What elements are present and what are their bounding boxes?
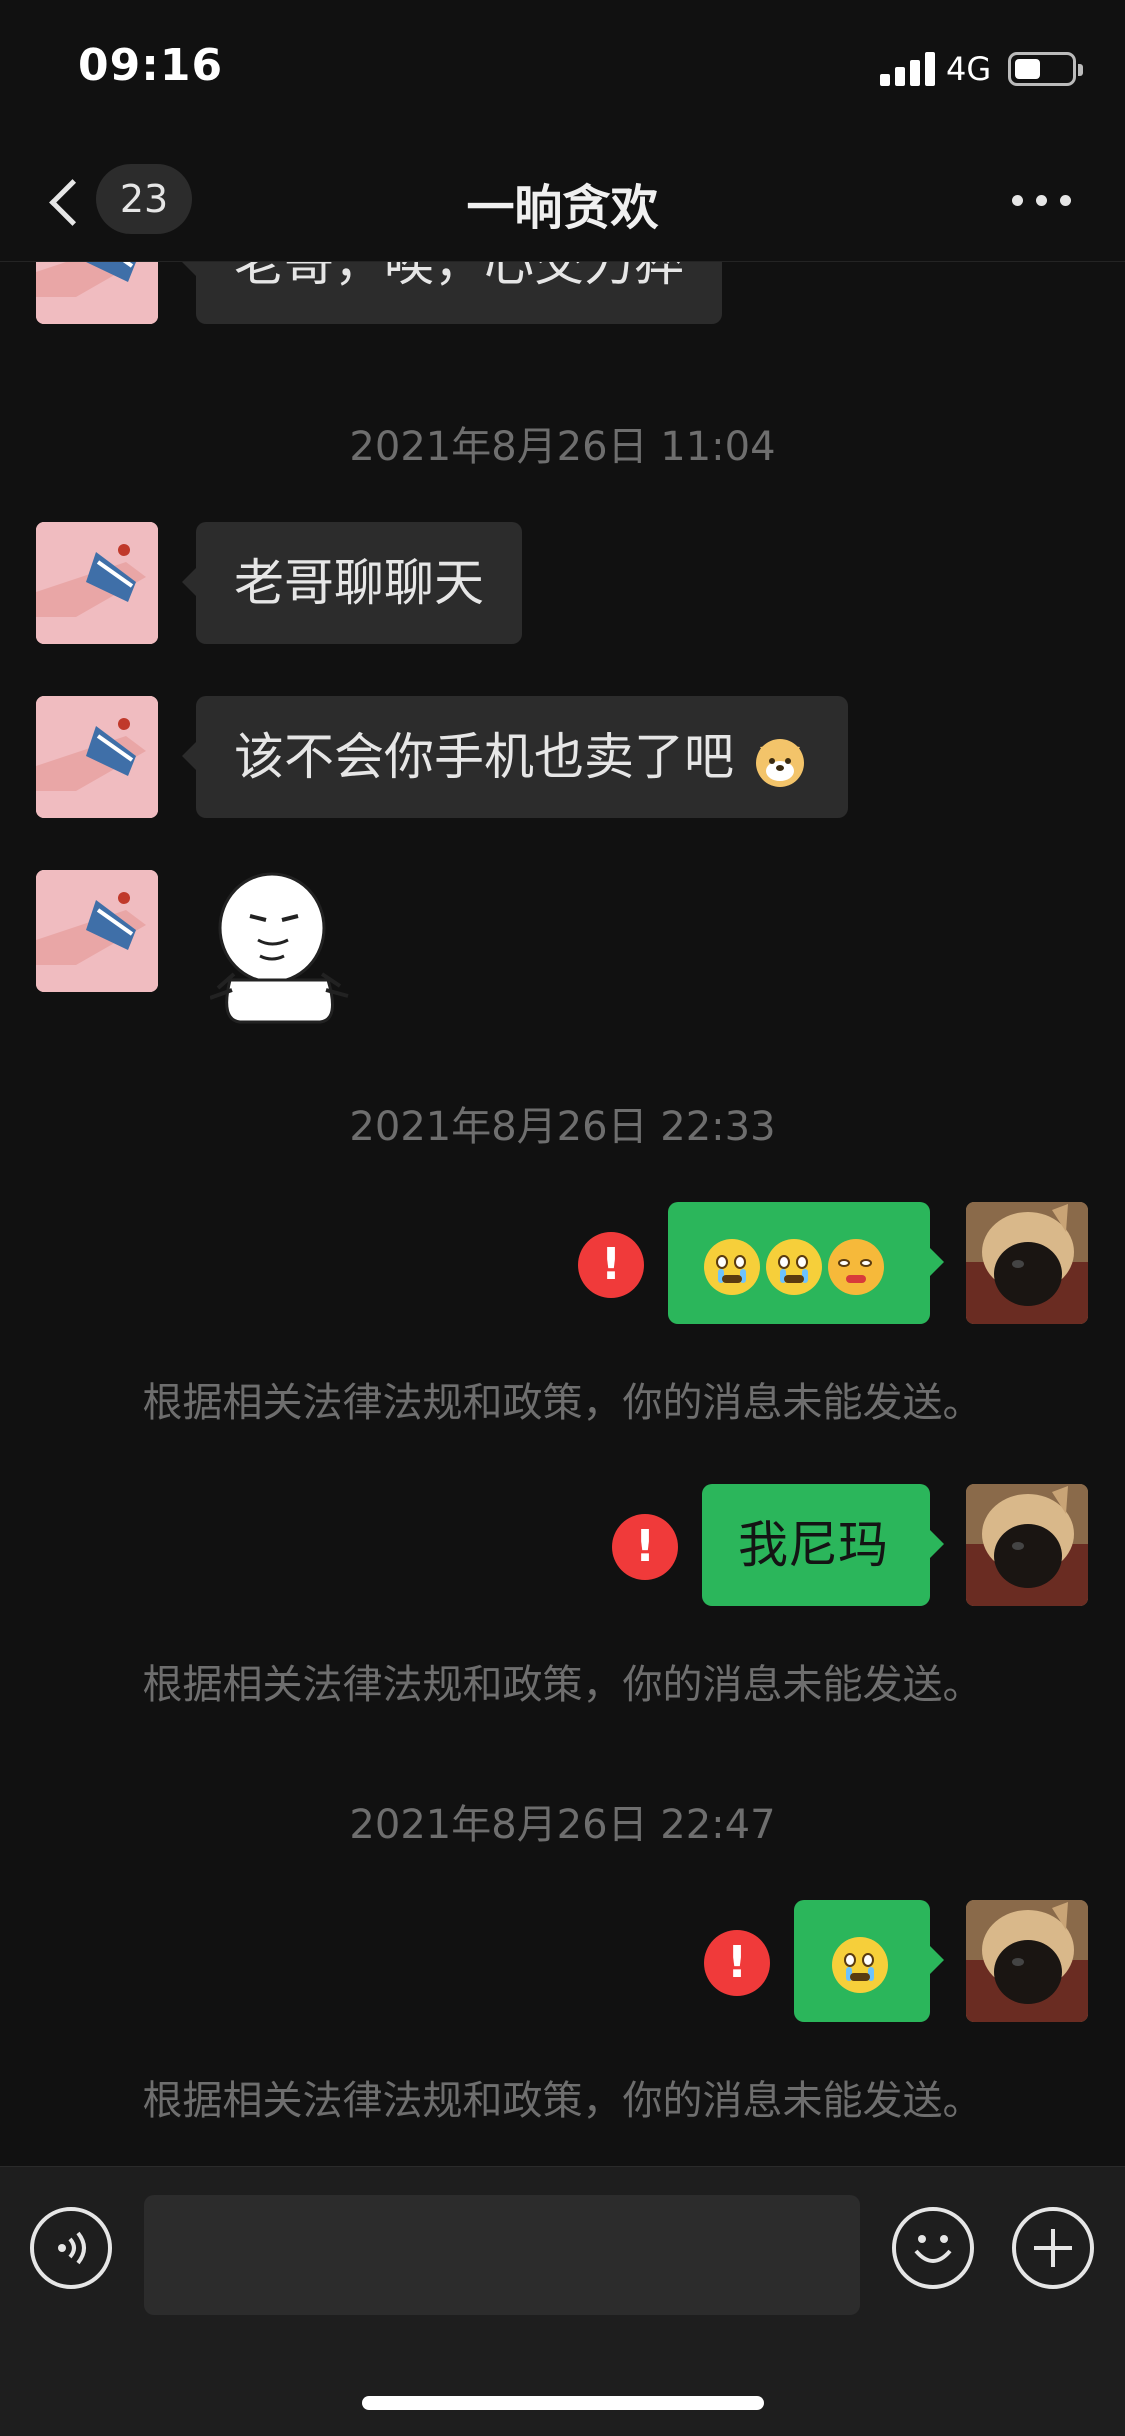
voice-icon[interactable] — [30, 2207, 112, 2289]
crying-emoji-icon — [704, 1238, 760, 1295]
message-bubble[interactable] — [668, 1202, 944, 1324]
message-list[interactable]: 老哥，唉，心交力猝 2021年8月26日 11:04 老哥聊聊天 该不会你手机也… — [0, 262, 1125, 2166]
status-bar: 09:16 4G — [0, 0, 1125, 140]
my-avatar[interactable] — [966, 1202, 1088, 1324]
contact-avatar-image — [36, 696, 158, 818]
my-avatar[interactable] — [966, 1484, 1088, 1606]
plus-icon[interactable] — [1012, 2207, 1094, 2289]
woozy-emoji-icon — [828, 1238, 884, 1295]
contact-avatar-image — [36, 522, 158, 644]
send-failed-notice: 根据相关法律法规和政策，你的消息未能发送。 — [142, 1380, 983, 1426]
send-failed-icon[interactable]: ! — [704, 1930, 770, 1996]
message-input[interactable] — [144, 2195, 860, 2315]
contact-avatar-image — [36, 262, 158, 324]
contact-avatar[interactable] — [36, 522, 158, 644]
contact-avatar[interactable] — [36, 262, 158, 324]
my-avatar[interactable] — [966, 1900, 1088, 2022]
status-time: 09:16 — [78, 40, 224, 91]
message-incoming: 老哥，唉，心交力猝 — [0, 262, 1125, 362]
signal-icon — [880, 52, 936, 86]
emoji-icon[interactable] — [892, 2207, 974, 2289]
dog-avatar-image — [966, 1900, 1088, 2022]
emoji-glyph — [914, 2235, 952, 2263]
message-text: 该不会你手机也卖了吧 — [234, 728, 734, 786]
contact-avatar-image — [36, 870, 158, 992]
message-incoming: 该不会你手机也卖了吧 — [0, 696, 1125, 826]
network-type: 4G — [946, 50, 992, 88]
dog-avatar-image — [966, 1202, 1088, 1324]
message-outgoing: ! — [0, 1900, 1125, 2030]
message-outgoing: ! — [0, 1202, 1125, 1332]
contact-avatar[interactable] — [36, 870, 158, 992]
send-failed-icon[interactable]: ! — [612, 1514, 678, 1580]
dog-avatar-image — [966, 1484, 1088, 1606]
send-failed-icon[interactable]: ! — [578, 1232, 644, 1298]
message-bubble[interactable]: 老哥聊聊天 — [182, 522, 522, 644]
home-indicator[interactable] — [362, 2396, 764, 2410]
message-outgoing: ! 我尼玛 — [0, 1484, 1125, 1614]
message-incoming — [0, 870, 1125, 1040]
contact-avatar[interactable] — [36, 696, 158, 818]
crying-emoji-icon — [832, 1936, 888, 1993]
more-dots-icon[interactable] — [1012, 188, 1072, 212]
message-timestamp: 2021年8月26日 11:04 — [349, 424, 776, 470]
plus-glyph — [1034, 2229, 1072, 2267]
message-timestamp: 2021年8月26日 22:33 — [349, 1104, 776, 1150]
crying-emoji-icon — [766, 1238, 822, 1295]
message-incoming: 老哥聊聊天 — [0, 522, 1125, 652]
nav-bar: 23 一晌贪欢 — [0, 140, 1125, 262]
sticker-image[interactable] — [210, 870, 350, 1024]
voice-glyph — [58, 2231, 86, 2265]
message-bubble[interactable]: 老哥，唉，心交力猝 — [182, 262, 722, 324]
message-bubble[interactable]: 我尼玛 — [702, 1484, 944, 1606]
doge-emoji-icon — [755, 738, 804, 787]
message-bubble[interactable] — [794, 1900, 944, 2022]
message-bubble[interactable]: 该不会你手机也卖了吧 — [182, 696, 848, 818]
chat-screen: 09:16 4G 23 一晌贪欢 老哥，唉，心交力猝 2021年8月26日 11… — [0, 0, 1125, 2436]
message-timestamp: 2021年8月26日 22:47 — [349, 1802, 776, 1848]
chat-title: 一晌贪欢 — [466, 180, 659, 236]
send-failed-notice: 根据相关法律法规和政策，你的消息未能发送。 — [142, 2078, 983, 2124]
send-failed-notice: 根据相关法律法规和政策，你的消息未能发送。 — [142, 1662, 983, 1708]
battery-icon — [1008, 52, 1083, 86]
